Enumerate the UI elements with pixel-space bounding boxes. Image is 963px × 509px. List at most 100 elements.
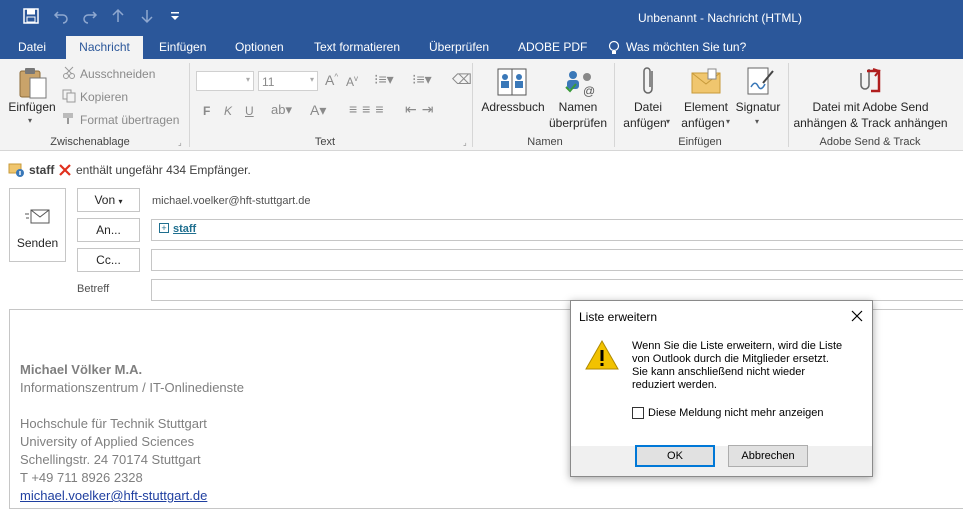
signature-button[interactable]: Signatur <box>735 99 781 115</box>
svg-text:@: @ <box>583 84 595 97</box>
highlight-icon[interactable]: ab▾ <box>271 102 292 118</box>
attach-file-dropdown-icon[interactable]: ▾ <box>666 117 670 126</box>
dialog-message-line: Sie kann anschließend nicht wieder <box>632 366 806 378</box>
check-names-label-1[interactable]: Namen <box>548 99 608 115</box>
signature-school: Hochschule für Technik Stuttgart <box>20 416 207 431</box>
subject-field[interactable] <box>151 279 963 301</box>
paste-dropdown-icon[interactable]: ▾ <box>28 116 32 125</box>
adobe-send-label-2[interactable]: anhängen & Track anhängen <box>791 115 950 131</box>
expand-list-dialog: Liste erweitern Wenn Sie die Liste erwei… <box>570 300 873 477</box>
adobe-send-icon <box>860 68 881 93</box>
attach-item-label-2[interactable]: anfügen <box>677 115 729 131</box>
ribbon: Einfügen ▾ Ausschneiden Kopieren Format … <box>0 59 963 151</box>
attach-item-dropdown-icon[interactable]: ▾ <box>726 117 730 126</box>
cancel-button[interactable]: Abbrechen <box>728 445 808 467</box>
shrink-font-icon[interactable]: Av <box>346 74 358 89</box>
copy-button[interactable]: Kopieren <box>80 90 128 104</box>
font-size-select[interactable]: 11 ▾ <box>258 71 318 91</box>
signature-email-link[interactable]: michael.voelker@hft-stuttgart.de <box>20 488 207 503</box>
underline-button[interactable]: U <box>245 104 254 118</box>
ok-button[interactable]: OK <box>635 445 715 467</box>
address-book-icon <box>497 68 527 96</box>
to-field[interactable]: + staff <box>151 219 963 241</box>
separator <box>472 63 473 147</box>
tab-insert[interactable]: Einfügen <box>150 36 215 59</box>
signature-icon <box>747 67 774 95</box>
adobe-send-label-1[interactable]: Datei mit Adobe Send <box>797 99 944 115</box>
alignment-icons[interactable]: ≡≡≡ <box>349 101 389 117</box>
to-recipient[interactable]: staff <box>173 223 196 235</box>
attach-file-label-1[interactable]: Datei <box>620 99 676 115</box>
separator <box>189 63 190 147</box>
signature-dropdown-icon[interactable]: ▾ <box>755 117 759 126</box>
send-label: Senden <box>16 236 59 250</box>
tab-file[interactable]: Datei <box>9 36 55 59</box>
check-names-label-2[interactable]: überprüfen <box>545 115 611 131</box>
tab-review[interactable]: Überprüfen <box>420 36 498 59</box>
numbering-icon[interactable]: ⁝≡▾ <box>412 71 432 88</box>
clipboard-group-label: Zwischenablage <box>50 136 130 148</box>
separator <box>788 63 789 147</box>
to-button[interactable]: An... <box>77 218 140 242</box>
close-icon[interactable] <box>851 310 863 322</box>
attach-item-label-1[interactable]: Element <box>680 99 732 115</box>
dont-show-label[interactable]: Diese Meldung nicht mehr anzeigen <box>648 407 824 419</box>
adobe-group-label: Adobe Send & Track <box>819 136 921 148</box>
redo-icon[interactable] <box>82 8 98 24</box>
italic-button[interactable]: K <box>224 104 232 118</box>
tab-adobe-pdf[interactable]: ADOBE PDF <box>509 36 596 59</box>
grow-font-icon[interactable]: A^ <box>325 72 338 88</box>
remove-x-icon[interactable] <box>58 163 72 177</box>
names-group-label: Namen <box>527 136 563 148</box>
down-arrow-icon[interactable] <box>140 8 154 24</box>
send-button[interactable]: Senden <box>9 188 66 262</box>
from-button[interactable]: Von ▾ <box>77 188 140 212</box>
scissors-icon <box>63 66 75 79</box>
dont-show-checkbox[interactable] <box>632 407 644 419</box>
from-label: Von <box>94 193 116 207</box>
clipboard-launcher-icon[interactable]: ⌟ <box>178 138 182 147</box>
indent-icons[interactable]: ⇤⇥ <box>405 101 438 118</box>
dialog-message-line: reduziert werden. <box>632 379 717 391</box>
dialog-title: Liste erweitern <box>579 310 658 324</box>
tab-options[interactable]: Optionen <box>226 36 293 59</box>
bold-button[interactable]: F <box>203 104 210 118</box>
tab-format-text[interactable]: Text formatieren <box>305 36 409 59</box>
expand-group-icon[interactable]: + <box>159 223 169 233</box>
dialog-titlebar: Liste erweitern <box>571 301 872 331</box>
cc-button[interactable]: Cc... <box>77 248 140 272</box>
signature-phone: T +49 711 8926 2328 <box>20 470 143 485</box>
window-title: Unbenannt - Nachricht (HTML) <box>637 11 803 25</box>
font-launcher-icon[interactable]: ⌟ <box>463 138 467 147</box>
info-text: enthält ungefähr 434 Empfänger. <box>76 163 251 177</box>
tell-me-search[interactable]: Was möchten Sie tun? <box>617 36 755 59</box>
copy-icon <box>62 89 76 103</box>
font-color-icon[interactable]: A▾ <box>310 102 326 119</box>
check-names-icon: @ <box>565 71 595 97</box>
tab-message[interactable]: Nachricht <box>66 36 143 59</box>
format-painter-button[interactable]: Format übertragen <box>80 113 179 127</box>
warning-icon <box>585 339 619 370</box>
address-book-button[interactable]: Adressbuch <box>480 99 546 115</box>
attach-file-label-2[interactable]: anfügen <box>617 115 673 131</box>
paste-button[interactable]: Einfügen <box>7 99 57 115</box>
signature-name: Michael Völker M.A. <box>20 362 143 377</box>
paperclip-icon <box>643 67 653 94</box>
dialog-message-line: Wenn Sie die Liste erweitern, wird die L… <box>632 340 843 352</box>
customize-icon[interactable] <box>170 10 180 22</box>
clear-formatting-icon[interactable]: ⌫ <box>452 71 472 88</box>
dialog-message-line: von Outlook durch die Mitglieder ersetzt… <box>632 353 829 365</box>
font-family-select[interactable]: ▾ <box>196 71 254 91</box>
cut-button[interactable]: Ausschneiden <box>80 67 155 81</box>
paste-icon[interactable] <box>17 66 49 100</box>
subject-label: Betreff <box>77 283 110 295</box>
dialog-message: Wenn Sie die Liste erweitern, wird die L… <box>632 340 842 392</box>
cc-field[interactable] <box>151 249 963 271</box>
text-group-label: Text <box>314 136 336 148</box>
info-envelope-icon <box>8 163 24 177</box>
up-arrow-icon[interactable] <box>111 8 125 24</box>
undo-icon[interactable] <box>53 8 69 24</box>
include-group-label: Einfügen <box>678 136 722 148</box>
save-icon[interactable] <box>23 8 39 24</box>
bullets-icon[interactable]: ⁝≡▾ <box>374 71 394 88</box>
